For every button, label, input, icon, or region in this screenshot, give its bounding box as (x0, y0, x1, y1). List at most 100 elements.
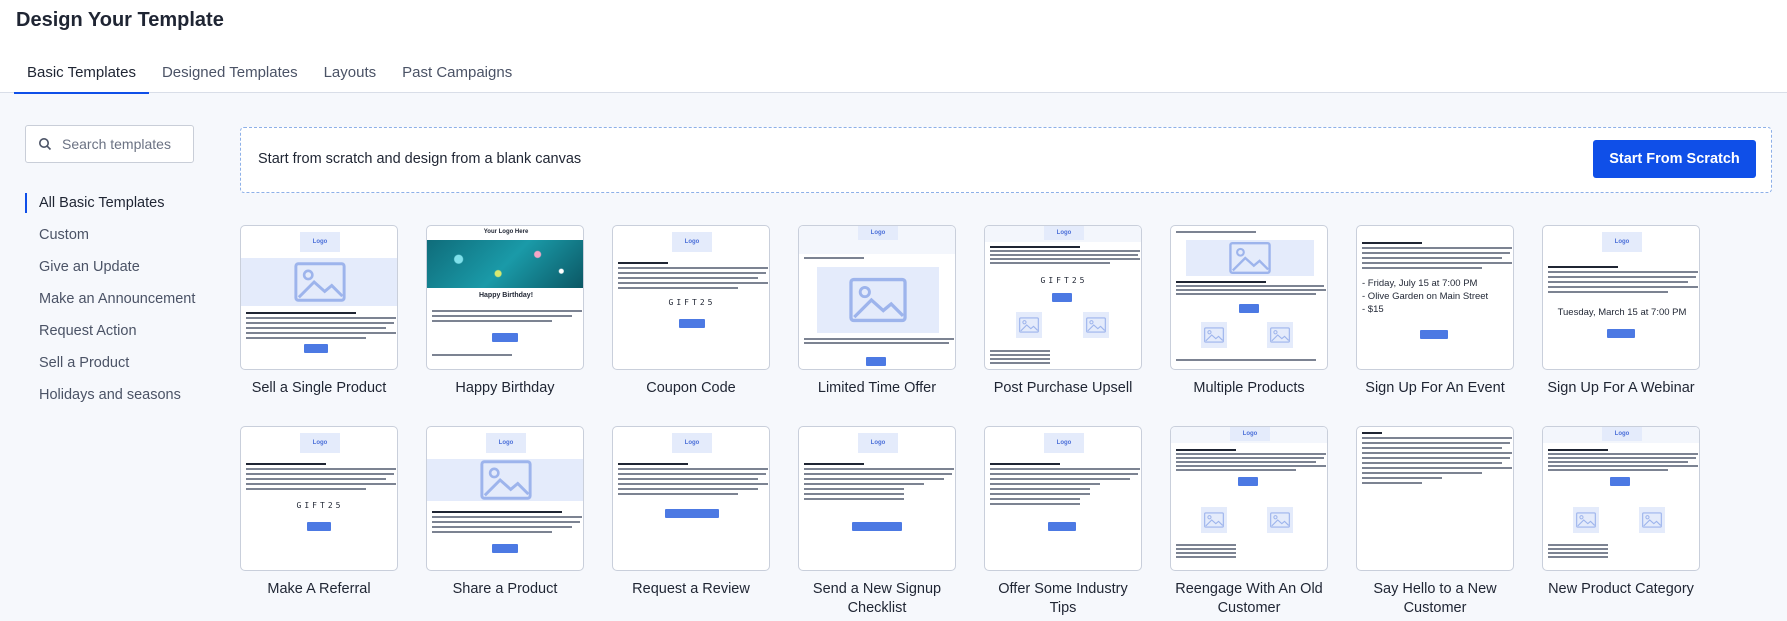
logo-placeholder: Logo (1602, 427, 1642, 441)
tab-layouts[interactable]: Layouts (311, 56, 390, 94)
event-line: - Friday, July 15 at 7:00 PM (1362, 278, 1478, 289)
text-line (1362, 267, 1482, 269)
template-card[interactable]: Logo Offer Some Industry Tips (984, 426, 1142, 618)
image-placeholder (1201, 507, 1227, 533)
coupon-code: GIFT25 (1040, 276, 1088, 285)
template-thumbnail[interactable]: Logo (798, 225, 956, 370)
template-name: Multiple Products (1193, 380, 1305, 396)
blank-canvas-text: Start from scratch and design from a bla… (258, 151, 582, 167)
template-card[interactable]: Say Hello to a New Customer (1356, 426, 1514, 618)
text-line (618, 473, 766, 475)
text-line (1548, 291, 1668, 293)
template-thumbnail[interactable]: Logo Tuesday, March 15 at 7:00 PM (1542, 225, 1700, 370)
template-card[interactable]: Your Logo Here Happy Birthday! Happy Birth… (426, 225, 584, 398)
template-name: Make A Referral (267, 581, 371, 597)
template-card[interactable]: Logo Limited Time Offer (798, 225, 956, 398)
event-line: - Olive Garden on Main Street (1362, 291, 1489, 302)
template-card[interactable]: Logo New Product Category (1542, 426, 1700, 599)
template-thumbnail[interactable]: Logo GIFT25 (240, 426, 398, 571)
template-card[interactable]: Logo Request a Review (612, 426, 770, 599)
text-line (1176, 465, 1326, 467)
template-card[interactable]: Logo Sell a Single Product (240, 225, 398, 398)
template-card[interactable]: Logo Share a Product (426, 426, 584, 599)
image-placeholder (817, 267, 939, 333)
tab-past-campaigns[interactable]: Past Campaigns (389, 56, 525, 94)
search-box[interactable] (25, 125, 194, 163)
template-thumbnail[interactable]: Logo (1542, 426, 1700, 571)
text-line (618, 483, 768, 485)
template-thumbnail[interactable]: Logo (1170, 426, 1328, 571)
text-line (618, 267, 768, 269)
text-line (1548, 271, 1698, 273)
image-placeholder (1083, 312, 1109, 338)
template-card[interactable]: Logo GIFT25 Post Purchase Upsell (984, 225, 1142, 398)
template-thumbnail[interactable]: - Friday, July 15 at 7:00 PM - Olive Gard… (1356, 225, 1514, 370)
text-line (990, 262, 1110, 264)
category-all-basic-templates[interactable]: All Basic Templates (25, 193, 195, 213)
image-placeholder-icon (1642, 512, 1662, 528)
search-input[interactable] (62, 136, 192, 152)
text-line (990, 468, 1140, 470)
logo-placeholder: Logo (672, 433, 712, 453)
category-holidays-and-seasons[interactable]: Holidays and seasons (25, 385, 195, 417)
template-thumbnail[interactable]: Your Logo Here Happy Birthday! (426, 225, 584, 370)
template-name: Limited Time Offer (817, 380, 937, 396)
tab-designed-templates[interactable]: Designed Templates (149, 56, 311, 94)
image-placeholder (1267, 507, 1293, 533)
template-card[interactable]: Logo Send a New Signup Checklist (798, 426, 956, 618)
text-line (246, 473, 394, 475)
template-thumbnail[interactable]: Logo (798, 426, 956, 571)
template-card[interactable]: - Friday, July 15 at 7:00 PM - Olive Gard… (1356, 225, 1514, 398)
tab-basic-templates[interactable]: Basic Templates (14, 56, 149, 94)
text-line (246, 332, 396, 334)
text-line (1176, 453, 1326, 455)
image-placeholder-icon (1576, 512, 1596, 528)
thumb-button (1048, 522, 1076, 531)
template-thumbnail[interactable]: Logo (426, 426, 584, 571)
text-line (618, 272, 766, 274)
tab-bar: Basic Templates Designed Templates Layou… (14, 56, 525, 94)
template-thumbnail[interactable] (1356, 426, 1514, 571)
template-name: Send a New Signup Checklist (812, 581, 942, 616)
category-make-an-announcement[interactable]: Make an Announcement (25, 289, 195, 321)
logo-placeholder: Logo (858, 226, 898, 240)
template-thumbnail[interactable]: Logo GIFT25 (612, 225, 770, 370)
text-line (1176, 556, 1236, 558)
template-card[interactable]: Logo Reengage With An Old Customer (1170, 426, 1328, 618)
template-card[interactable]: Logo GIFT25 Coupon Code (612, 225, 770, 398)
text-line (990, 483, 1100, 485)
category-give-an-update[interactable]: Give an Update (25, 257, 195, 289)
start-from-scratch-button[interactable]: Start From Scratch (1593, 140, 1756, 178)
text-line (1176, 285, 1324, 287)
text-line (1176, 469, 1296, 471)
text-line (1548, 286, 1698, 288)
image-placeholder-icon (849, 277, 907, 323)
template-thumbnail[interactable]: Logo (612, 426, 770, 571)
text-line (804, 483, 924, 485)
template-thumbnail[interactable]: Logo GIFT25 (984, 225, 1142, 370)
thumb-button (492, 333, 518, 342)
template-card[interactable]: Logo GIFT25 Make A Referral (240, 426, 398, 599)
category-custom[interactable]: Custom (25, 225, 195, 257)
event-line: - $15 (1362, 304, 1384, 315)
template-card[interactable]: Logo Tuesday, March 15 at 7:00 PM Sign Up … (1542, 225, 1700, 398)
logo-placeholder: Logo (300, 232, 340, 252)
text-line (246, 483, 396, 485)
template-thumbnail[interactable] (1170, 225, 1328, 370)
category-sell-a-product[interactable]: Sell a Product (25, 353, 195, 385)
template-thumbnail[interactable]: Logo (984, 426, 1142, 571)
text-line (1548, 461, 1688, 463)
text-line (990, 493, 1090, 495)
category-request-action[interactable]: Request Action (25, 321, 195, 353)
text-line (1362, 257, 1502, 259)
template-card[interactable]: Multiple Products (1170, 225, 1328, 398)
logo-placeholder: Logo (1230, 427, 1270, 441)
image-placeholder (427, 459, 583, 501)
template-name: Sign Up For An Event (1365, 380, 1505, 396)
template-thumbnail[interactable]: Logo (240, 225, 398, 370)
text-line (1548, 556, 1608, 558)
text-line (246, 317, 396, 319)
thumb-button (1607, 329, 1635, 338)
text-line (804, 342, 949, 344)
text-line (1362, 437, 1512, 439)
